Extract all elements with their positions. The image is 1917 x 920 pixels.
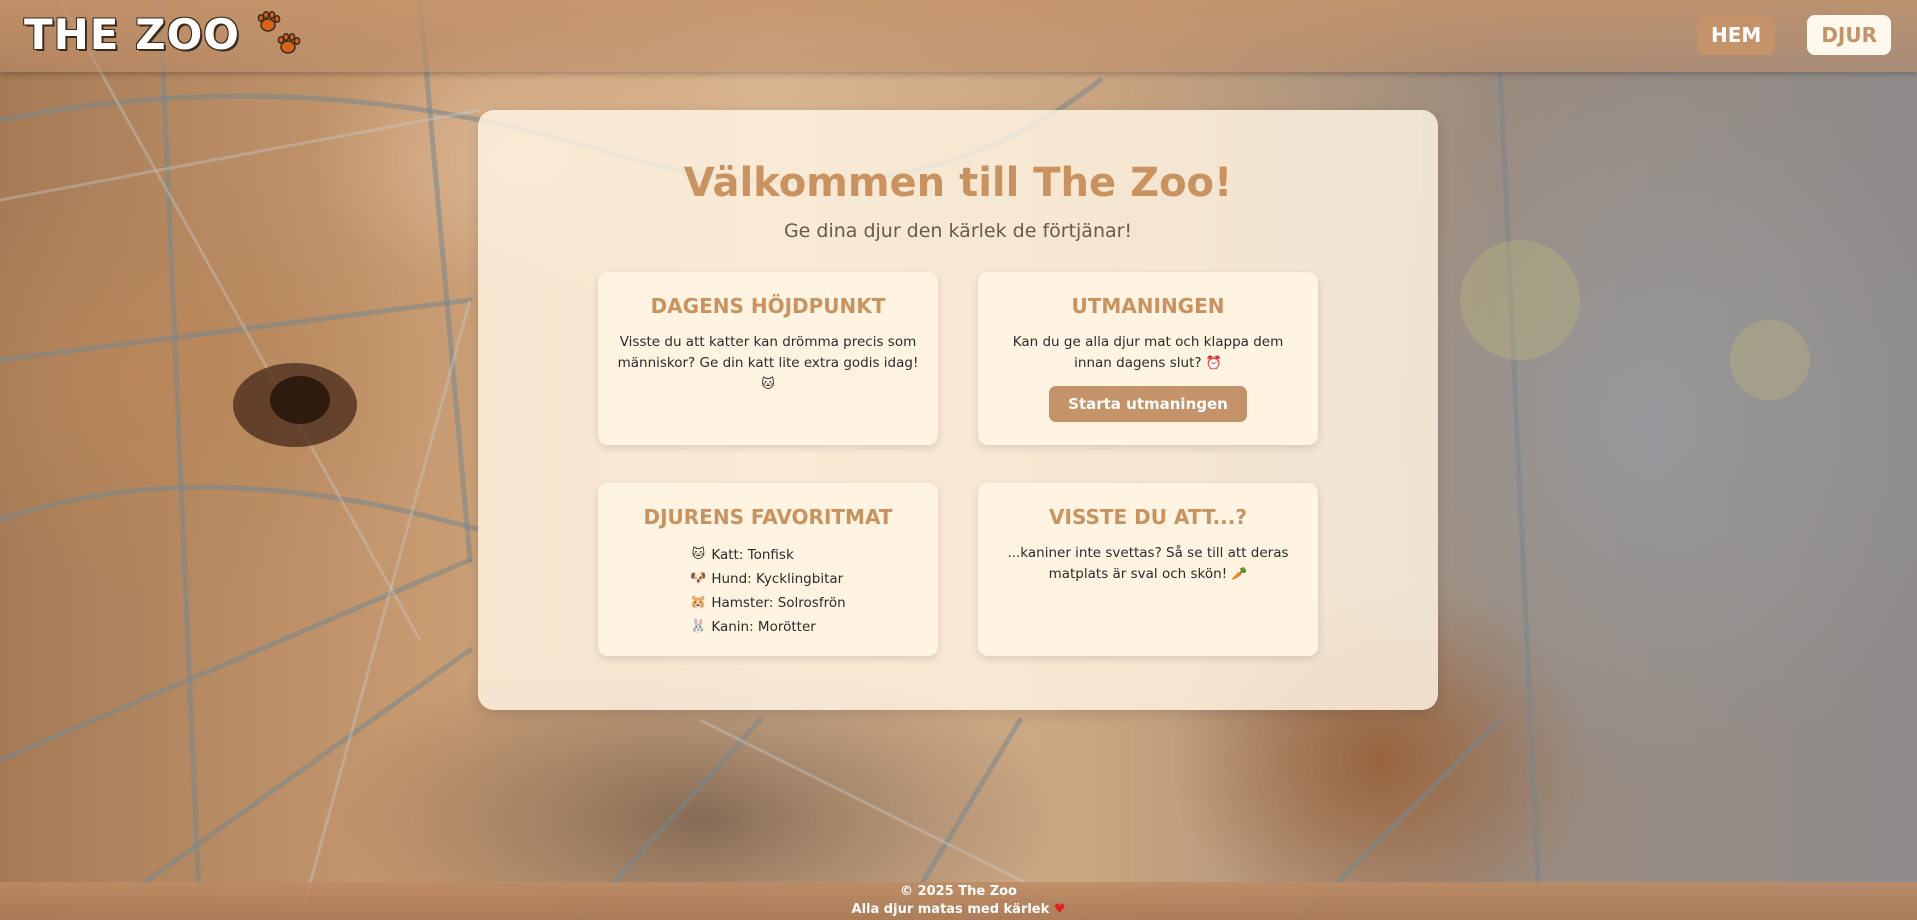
card-title: DAGENS HÖJDPUNKT [650,294,886,318]
heart-icon: ♥ [1053,902,1066,917]
site-header: THE ZOO HEM DJUR [0,0,1917,72]
card-title: VISSTE DU ATT...? [1049,505,1247,529]
cat-icon: 🐱 [691,547,706,562]
welcome-panel: Välkommen till The Zoo! Ge dina djur den… [478,110,1438,710]
nav-djur[interactable]: DJUR [1807,15,1891,55]
page-subtitle: Ge dina djur den kärlek de förtjänar! [783,220,1133,242]
logo[interactable]: THE ZOO [24,10,304,59]
paw-prints-icon [256,10,304,59]
card-title: DJURENS FAVORITMAT [643,505,893,529]
rabbit-icon: 🐰 [690,619,707,634]
favorite-food-list: 🐱 Katt: Tonfisk 🐶 Hund: Kycklingbitar 🐹 … [690,543,845,639]
list-item: 🐱 Katt: Tonfisk [690,543,845,567]
hamster-icon: 🐹 [690,595,707,610]
card-text: Visste du att katter kan drömma precis s… [616,332,920,395]
cat-icon: 🐱 [761,377,775,392]
card-djurens-favoritmat: DJURENS FAVORITMAT 🐱 Katt: Tonfisk 🐶 Hun… [598,483,938,656]
card-text: Kan du ge alla djur mat och klappa dem i… [996,332,1300,374]
site-footer: © 2025 The Zoo Alla djur matas med kärle… [0,882,1917,920]
main-nav: HEM DJUR [1697,15,1891,55]
nav-hem[interactable]: HEM [1697,15,1776,55]
alarm-clock-icon: ⏰ [1205,356,1223,371]
list-item: 🐰 Kanin: Morötter [690,615,845,639]
card-dagens-hojdpunkt: DAGENS HÖJDPUNKT Visste du att katter ka… [598,272,938,445]
start-challenge-button[interactable]: Starta utmaningen [1049,386,1247,422]
dog-icon: 🐶 [690,571,707,586]
footer-tagline: Alla djur matas med kärlek ♥ [851,902,1066,917]
card-text: ...kaniner inte svettas? Så se till att … [996,543,1300,585]
page-title: Välkommen till The Zoo! [683,160,1233,206]
list-item: 🐶 Hund: Kycklingbitar [690,567,845,591]
card-utmaningen: UTMANINGEN Kan du ge alla djur mat och k… [978,272,1318,445]
footer-copyright: © 2025 The Zoo [900,884,1017,899]
logo-text: THE ZOO [24,10,240,59]
list-item: 🐹 Hamster: Solrosfrön [690,591,845,615]
card-title: UTMANINGEN [1071,294,1225,318]
card-visste-du-att: VISSTE DU ATT...? ...kaniner inte svetta… [978,483,1318,656]
carrot-icon: 🥕 [1231,567,1248,582]
